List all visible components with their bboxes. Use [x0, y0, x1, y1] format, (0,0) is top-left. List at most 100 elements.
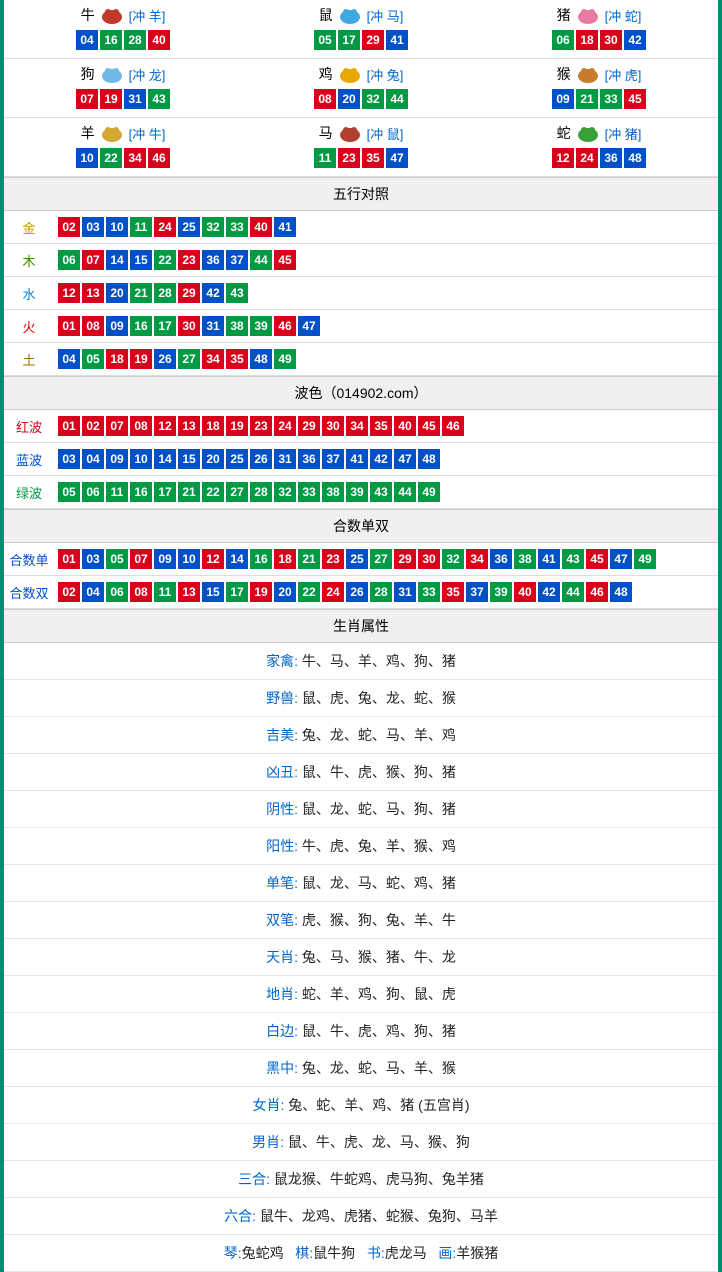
number-ball: 29 [178, 283, 200, 303]
attr-value: 蛇、羊、鸡、狗、鼠、虎 [302, 986, 456, 1002]
number-ball: 01 [58, 416, 80, 436]
row-label: 合数单 [4, 543, 54, 576]
section-header-wuxing: 五行对照 [4, 177, 718, 211]
row-label: 绿波 [4, 476, 54, 509]
number-ball: 43 [226, 283, 248, 303]
attr-row: 六合: 鼠牛、龙鸡、虎猪、蛇猴、兔狗、马羊 [4, 1198, 718, 1235]
number-ball: 35 [226, 349, 248, 369]
zodiac-chong: [冲 虎] [605, 65, 642, 84]
zodiac-name: 鼠 [319, 5, 333, 25]
snake-icon [573, 122, 603, 144]
number-ball: 29 [394, 549, 416, 569]
row-balls: 0204060811131517192022242628313335373940… [54, 576, 718, 609]
number-ball: 44 [386, 89, 408, 109]
attr-label: 地肖: [266, 986, 298, 1002]
attr-value: 兔、龙、蛇、马、羊、猴 [302, 1060, 456, 1076]
number-ball: 40 [394, 416, 416, 436]
number-ball: 11 [154, 582, 176, 602]
number-ball: 41 [346, 449, 368, 469]
number-ball: 24 [154, 217, 176, 237]
number-ball: 46 [274, 316, 296, 336]
section-header-bose: 波色（014902.com） [4, 376, 718, 410]
number-ball: 47 [386, 148, 408, 168]
number-ball: 46 [148, 148, 170, 168]
row-balls: 02031011242532334041 [54, 211, 718, 244]
number-ball: 19 [130, 349, 152, 369]
table-row: 合数单 010305070910121416182123252729303234… [4, 543, 718, 576]
row-balls: 1213202128294243 [54, 277, 718, 310]
number-ball: 06 [106, 582, 128, 602]
number-ball: 47 [394, 449, 416, 469]
number-ball: 14 [226, 549, 248, 569]
number-ball: 07 [106, 416, 128, 436]
number-ball: 40 [250, 217, 272, 237]
number-ball: 33 [298, 482, 320, 502]
row-label: 水 [4, 277, 54, 310]
attr-row: 双笔: 虎、猴、狗、兔、羊、牛 [4, 902, 718, 939]
number-ball: 21 [576, 89, 598, 109]
row-label: 土 [4, 343, 54, 376]
attr-value: 鼠、虎、兔、龙、蛇、猴 [302, 690, 456, 706]
number-ball: 18 [106, 349, 128, 369]
attr-value: 鼠、龙、马、蛇、鸡、猪 [302, 875, 456, 891]
attr-row: 凶丑: 鼠、牛、虎、猴、狗、猪 [4, 754, 718, 791]
number-ball: 39 [346, 482, 368, 502]
attr-value: 虎、猴、狗、兔、羊、牛 [302, 912, 456, 928]
attr-row: 黑中: 兔、龙、蛇、马、羊、猴 [4, 1050, 718, 1087]
number-ball: 04 [82, 449, 104, 469]
attr-label: 野兽: [266, 690, 298, 706]
zodiac-balls: 09213345 [480, 89, 718, 109]
goat-icon [97, 122, 127, 144]
arts-value: 虎龙马 [385, 1245, 427, 1261]
number-ball: 17 [338, 30, 360, 50]
zodiac-balls: 04162840 [4, 30, 242, 50]
number-ball: 19 [226, 416, 248, 436]
number-ball: 20 [274, 582, 296, 602]
attr-row: 阴性: 鼠、龙、蛇、马、狗、猪 [4, 791, 718, 828]
number-ball: 15 [130, 250, 152, 270]
arts-label: 画: [438, 1245, 456, 1261]
number-ball: 12 [154, 416, 176, 436]
section-header-shengxiao: 生肖属性 [4, 609, 718, 643]
number-ball: 42 [538, 582, 560, 602]
number-ball: 04 [58, 349, 80, 369]
number-ball: 29 [298, 416, 320, 436]
number-ball: 18 [202, 416, 224, 436]
table-row: 土 04051819262734354849 [4, 343, 718, 376]
number-ball: 16 [130, 316, 152, 336]
zodiac-chong: [冲 羊] [129, 6, 166, 25]
row-label: 木 [4, 244, 54, 277]
zodiac-cell: 蛇 [冲 猪] 12243648 [480, 118, 718, 177]
number-ball: 09 [552, 89, 574, 109]
attr-label: 黑中: [266, 1060, 298, 1076]
number-ball: 25 [346, 549, 368, 569]
number-ball: 10 [178, 549, 200, 569]
number-ball: 07 [130, 549, 152, 569]
number-ball: 31 [394, 582, 416, 602]
number-ball: 48 [250, 349, 272, 369]
number-ball: 11 [130, 217, 152, 237]
table-row: 红波 0102070812131819232429303435404546 [4, 410, 718, 443]
number-ball: 46 [442, 416, 464, 436]
attr-value: 鼠、牛、虎、龙、马、猴、狗 [288, 1134, 470, 1150]
number-ball: 35 [370, 416, 392, 436]
zodiac-name: 马 [319, 123, 333, 143]
dog-icon [97, 63, 127, 85]
number-ball: 21 [178, 482, 200, 502]
rooster-icon [335, 63, 365, 85]
attr-row: 天肖: 兔、马、猴、猪、牛、龙 [4, 939, 718, 976]
number-ball: 32 [442, 549, 464, 569]
number-ball: 08 [314, 89, 336, 109]
number-ball: 14 [106, 250, 128, 270]
row-balls: 0102070812131819232429303435404546 [54, 410, 718, 443]
number-ball: 24 [322, 582, 344, 602]
number-ball: 20 [202, 449, 224, 469]
arts-label: 琴: [224, 1245, 242, 1261]
number-ball: 34 [466, 549, 488, 569]
number-ball: 48 [610, 582, 632, 602]
attr-row: 野兽: 鼠、虎、兔、龙、蛇、猴 [4, 680, 718, 717]
number-ball: 40 [514, 582, 536, 602]
arts-label: 书: [367, 1245, 385, 1261]
attr-value: 牛、马、羊、鸡、狗、猪 [302, 653, 456, 669]
zodiac-balls: 07193143 [4, 89, 242, 109]
